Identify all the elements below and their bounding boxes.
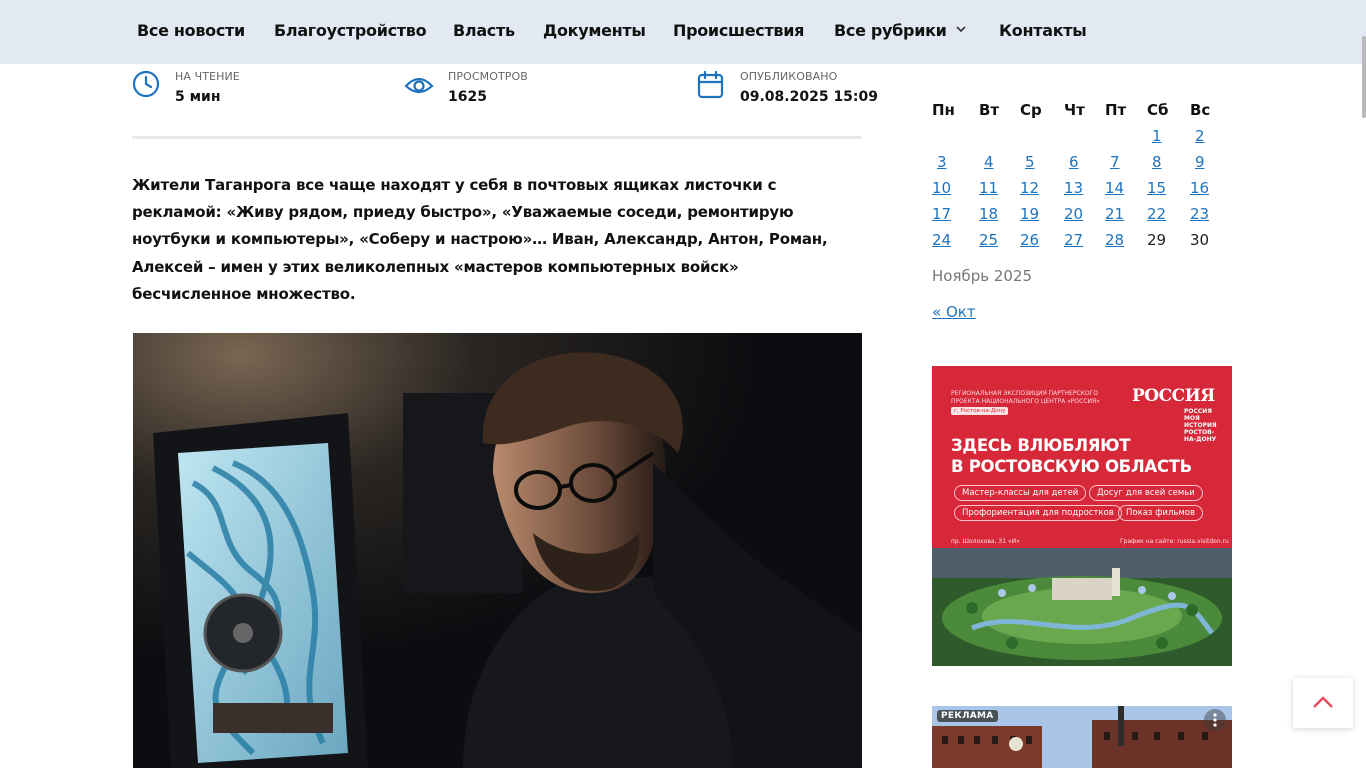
ad-pill: Профориентация для подростков	[954, 505, 1122, 521]
ad-city-tag: г. Ростов-на-Дону	[951, 407, 1009, 415]
calendar-day[interactable]: 11	[979, 179, 998, 197]
published-value: 09.08.2025 15:09	[740, 89, 879, 105]
calendar-day[interactable]: 9	[1195, 153, 1205, 171]
nav-item-all-categories[interactable]: Все рубрики	[834, 21, 947, 40]
calendar-day[interactable]: 27	[1064, 231, 1083, 249]
calendar-day: 30	[1190, 231, 1210, 249]
calendar-day[interactable]: 23	[1190, 205, 1209, 223]
calendar-day[interactable]: 10	[932, 179, 951, 197]
nav-item-all-news[interactable]: Все новости	[137, 21, 245, 40]
nav-item-contacts[interactable]: Контакты	[999, 21, 1087, 40]
calendar-day: 29	[1147, 231, 1167, 249]
calendar-day[interactable]: 17	[932, 205, 951, 223]
nav-item-documents[interactable]: Документы	[543, 21, 646, 40]
calendar-day[interactable]: 16	[1190, 179, 1209, 197]
calendar-weekday: Вт	[979, 101, 1000, 119]
calendar-day[interactable]: 8	[1152, 153, 1162, 171]
ad-banner-russia-expo[interactable]: РЕГИОНАЛЬНАЯ ЭКСПОЗИЦИЯ ПАРТНЕРСКОГО ПРО…	[932, 366, 1232, 666]
lead-line: Алексей – имен у этих великолепных «маст…	[132, 257, 739, 276]
reading-time-label: НА ЧТЕНИЕ	[175, 70, 240, 83]
calendar-day[interactable]: 5	[1025, 153, 1035, 171]
article-image	[133, 333, 862, 768]
calendar-day[interactable]: 15	[1147, 179, 1166, 197]
ad-banner-secondary[interactable]: РЕКЛАМА	[932, 706, 1232, 768]
calendar-icon	[697, 70, 724, 99]
calendar-weekday: Пт	[1105, 101, 1127, 119]
chevron-up-icon	[1313, 696, 1333, 708]
calendar-day[interactable]: 22	[1147, 205, 1166, 223]
ad-park-photo	[932, 548, 1232, 666]
ad-pill: Мастер-классы для детей	[954, 485, 1087, 501]
calendar-day[interactable]: 2	[1195, 127, 1205, 145]
views-label: ПРОСМОТРОВ	[448, 70, 528, 83]
calendar-day[interactable]: 24	[932, 231, 951, 249]
meta-divider	[132, 136, 862, 139]
ad-banner-top: РЕГИОНАЛЬНАЯ ЭКСПОЗИЦИЯ ПАРТНЕРСКОГО ПРО…	[932, 366, 1232, 548]
calendar-weekday: Сб	[1147, 101, 1169, 119]
lead-line: ноутбуки и компьютеры», «Соберу и настро…	[132, 230, 828, 249]
calendar-weekday: Вс	[1190, 101, 1211, 119]
ad-headline: ЗДЕСЬ ВЛЮБЛЯЮТ В РОСТОВСКУЮ ОБЛАСТЬ	[951, 435, 1192, 477]
clock-icon	[132, 70, 160, 98]
eye-icon	[404, 77, 434, 94]
reading-time: НА ЧТЕНИЕ 5 мин	[132, 68, 372, 114]
calendar-day[interactable]: 7	[1110, 153, 1120, 171]
views-value: 1625	[448, 89, 487, 105]
lead-line: бесчисленное множество.	[132, 284, 356, 303]
views-count: ПРОСМОТРОВ 1625	[404, 68, 644, 114]
calendar-day[interactable]: 3	[937, 153, 947, 171]
nav-item-improvement[interactable]: Благоустройство	[274, 21, 427, 40]
calendar-caption: Ноябрь 2025	[932, 267, 1033, 285]
ad-pill: Показ фильмов	[1118, 505, 1204, 521]
calendar-day[interactable]: 4	[984, 153, 994, 171]
lead-line: рекламой: «Живу рядом, приеду быстро», «…	[132, 203, 794, 222]
article-lead: Жители Таганрога все чаще находят у себя…	[132, 172, 862, 308]
calendar-day[interactable]: 19	[1020, 205, 1039, 223]
calendar-day[interactable]: 21	[1105, 205, 1124, 223]
calendar-day[interactable]: 28	[1105, 231, 1124, 249]
calendar-day[interactable]: 12	[1020, 179, 1039, 197]
calendar-weekday: Ср	[1020, 101, 1042, 119]
calendar-day[interactable]: 18	[979, 205, 998, 223]
top-navigation: Все новости Благоустройство Власть Докум…	[0, 0, 1366, 64]
ad-headline-line: ЗДЕСЬ ВЛЮБЛЯЮТ	[951, 436, 1131, 455]
calendar-day[interactable]: 26	[1020, 231, 1039, 249]
calendar-day[interactable]: 25	[979, 231, 998, 249]
back-to-top-button[interactable]	[1293, 678, 1353, 728]
published-label: ОПУБЛИКОВАНО	[740, 70, 838, 83]
published-date: ОПУБЛИКОВАНО 09.08.2025 15:09	[697, 68, 878, 114]
ad-pill: Досуг для всей семьи	[1089, 485, 1203, 501]
calendar-day[interactable]: 1	[1152, 127, 1162, 145]
ad-small-text: РЕГИОНАЛЬНАЯ ЭКСПОЗИЦИЯ ПАРТНЕРСКОГО ПРО…	[951, 390, 1100, 405]
page-scrollbar[interactable]	[1362, 36, 1366, 118]
ad-logo-russia: РОССИЯ	[1132, 386, 1215, 406]
calendar-day[interactable]: 20	[1064, 205, 1083, 223]
ad-headline-line: В РОСТОВСКУЮ ОБЛАСТЬ	[951, 457, 1192, 476]
calendar-day[interactable]: 14	[1105, 179, 1124, 197]
lead-line: Жители Таганрога все чаще находят у себя…	[132, 176, 777, 194]
calendar-weekday: Пн	[932, 101, 955, 119]
calendar-day[interactable]: 13	[1064, 179, 1083, 197]
chevron-down-icon[interactable]	[954, 21, 968, 37]
calendar-weekday: Чт	[1064, 101, 1085, 119]
calendar-day[interactable]: 6	[1069, 153, 1079, 171]
ad-label: РЕКЛАМА	[937, 710, 998, 722]
nav-item-incidents[interactable]: Происшествия	[673, 21, 804, 40]
more-options-icon[interactable]	[1204, 709, 1226, 731]
calendar-prev-month-link[interactable]: « Окт	[932, 303, 976, 321]
nav-item-government[interactable]: Власть	[453, 21, 515, 40]
reading-time-value: 5 мин	[175, 89, 221, 105]
ad-address: пр. Шолохова, 31 «И»	[951, 538, 1020, 545]
ad-site: График на сайте: russia.visitdon.ru	[1120, 538, 1229, 545]
